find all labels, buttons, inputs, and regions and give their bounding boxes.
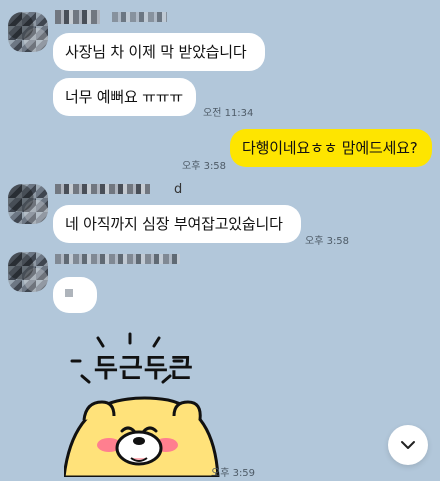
blurred-message-bubble[interactable] xyxy=(53,277,97,313)
message-bubble[interactable]: 사장님 차 이제 막 받았습니다 xyxy=(53,33,265,71)
sender-name-suffix: d xyxy=(174,182,183,197)
sender-name-blurred xyxy=(55,254,180,264)
sticker-text: 두근두근 xyxy=(94,354,194,384)
sender-name-blurred xyxy=(55,10,100,24)
timestamp: 오후 3:58 xyxy=(305,236,350,247)
avatar[interactable] xyxy=(8,12,48,52)
timestamp: 오후 3:58 xyxy=(182,161,227,172)
scroll-down-button[interactable] xyxy=(388,425,428,465)
sender-name-blurred xyxy=(112,12,167,22)
message-text: 너무 예뻐요 ㅠㅠㅠ xyxy=(65,87,183,106)
my-message-bubble[interactable]: 다행이네요ㅎㅎ 맘에드세요? xyxy=(230,129,432,167)
message-text: 사장님 차 이제 막 받았습니다 xyxy=(65,42,247,61)
sender-name-blurred xyxy=(55,184,150,194)
chevron-down-icon xyxy=(401,441,415,449)
avatar[interactable] xyxy=(8,184,48,224)
avatar[interactable] xyxy=(8,252,48,292)
message-bubble[interactable]: 너무 예뻐요 ㅠㅠㅠ xyxy=(53,78,196,116)
timestamp: 오전 11:34 xyxy=(203,108,254,119)
message-bubble[interactable]: 네 아직까지 심장 부여잡고있숩니다 xyxy=(53,205,301,243)
sticker[interactable]: 두근두근 xyxy=(62,328,264,479)
message-text: 다행이네요ㅎㅎ 맘에드세요? xyxy=(242,138,418,157)
message-text: 네 아직까지 심장 부여잡고있숩니다 xyxy=(65,214,283,233)
